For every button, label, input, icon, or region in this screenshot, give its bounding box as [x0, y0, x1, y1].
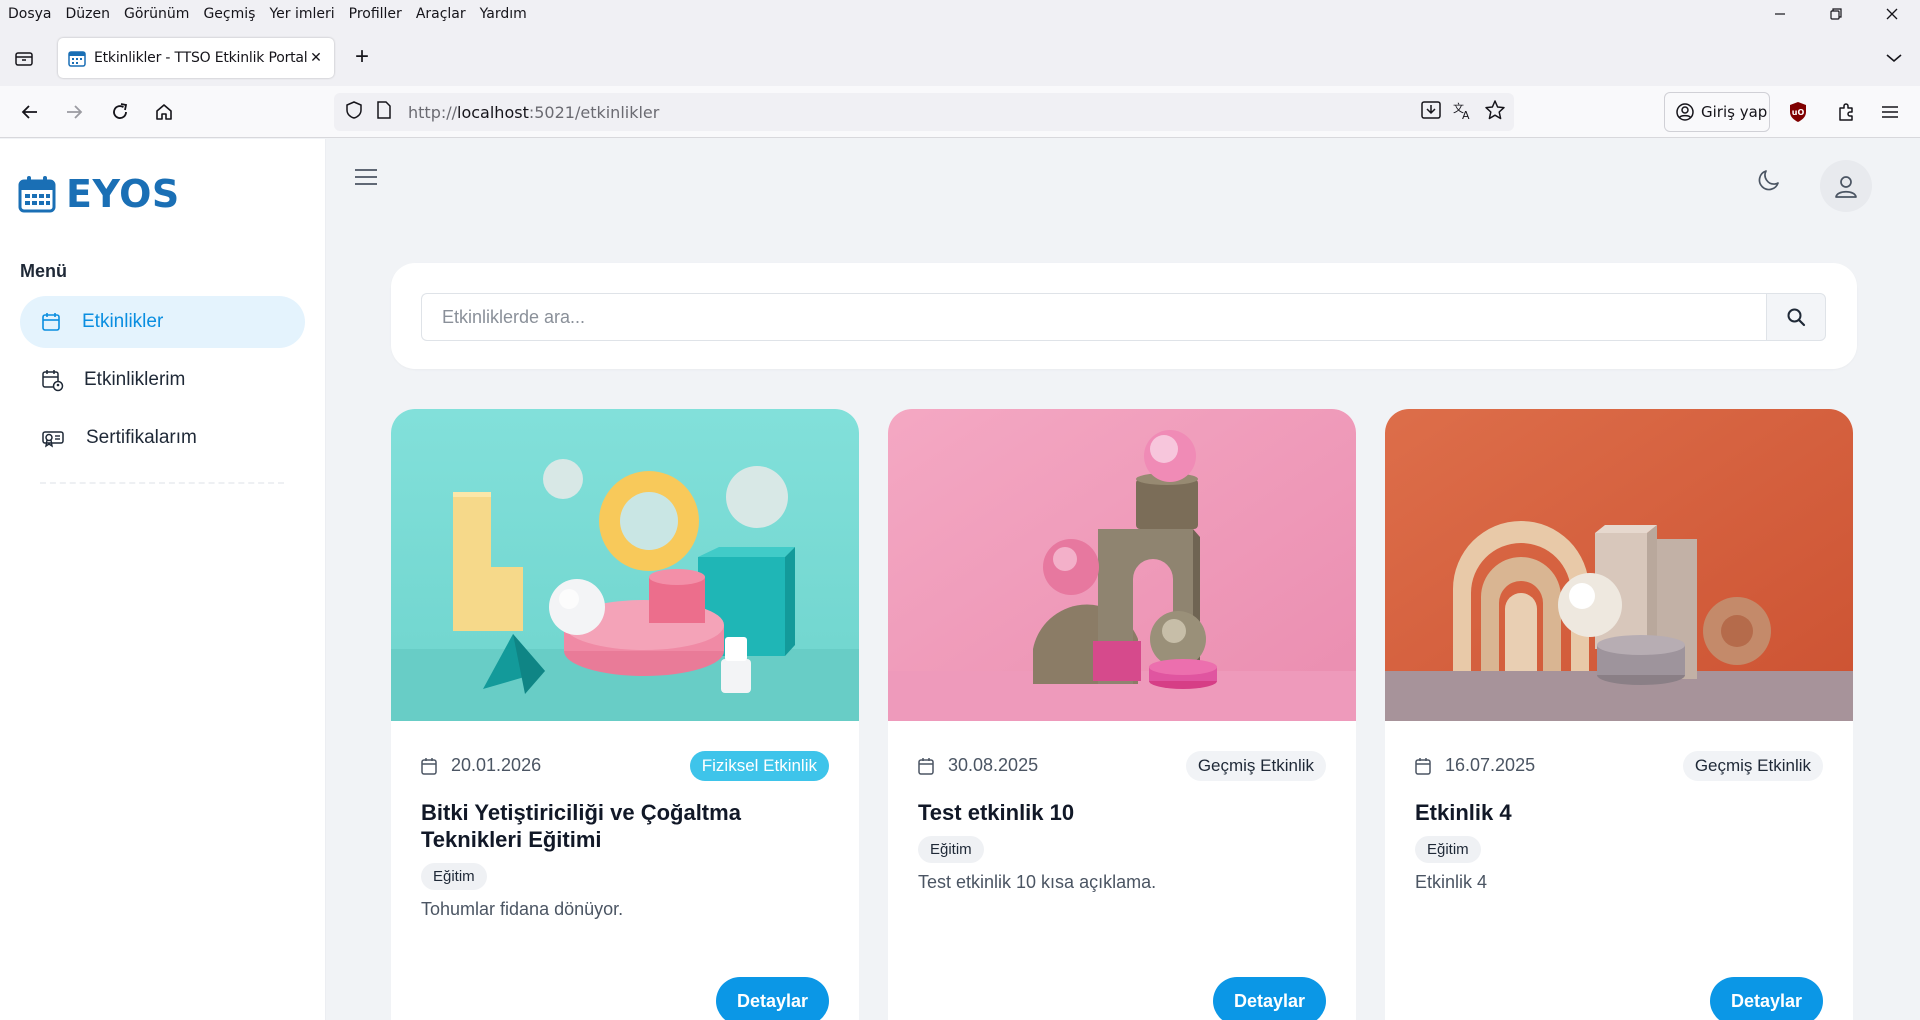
logo-text: EYOS: [66, 172, 180, 216]
browser-navbar: http://localhost:5021/etkinlikler 文A Gir…: [0, 86, 1920, 138]
window-close-icon[interactable]: [1864, 0, 1920, 28]
event-date: 20.01.2026: [421, 755, 541, 776]
svg-text:A: A: [1462, 109, 1470, 120]
shield-icon[interactable]: [344, 100, 364, 124]
download-icon[interactable]: [1420, 100, 1442, 124]
extensions-puzzle-icon[interactable]: [1832, 98, 1860, 126]
category-badge: Eğitim: [1415, 836, 1481, 863]
hamburger-menu-icon[interactable]: [354, 167, 378, 192]
chevron-down-icon[interactable]: [1886, 50, 1902, 68]
calendar-icon: [1415, 757, 1431, 775]
category-badge: Eğitim: [918, 836, 984, 863]
menu-help[interactable]: Yardım: [473, 6, 534, 22]
search-card: [391, 263, 1857, 369]
sidebar-item-etkinliklerim[interactable]: Etkinliklerim: [20, 354, 305, 406]
event-date-text: 16.07.2025: [1445, 755, 1536, 775]
event-date-text: 20.01.2026: [451, 755, 542, 775]
event-image[interactable]: [391, 409, 859, 721]
menu-bookmarks[interactable]: Yer imleri: [262, 6, 341, 22]
menu-profiles[interactable]: Profiller: [342, 6, 409, 22]
calendar-logo-icon: [18, 176, 56, 213]
menu-file[interactable]: Dosya: [0, 6, 59, 22]
search-input[interactable]: [421, 293, 1766, 341]
tab-title: Etkinlikler - TTSO Etkinlik Portalı: [94, 50, 308, 66]
details-button[interactable]: Detaylar: [715, 977, 829, 1020]
event-description: Etkinlik 4: [1415, 872, 1488, 892]
translate-icon[interactable]: 文A: [1452, 100, 1474, 124]
forward-arrow-icon[interactable]: [60, 98, 88, 126]
page-icon: [376, 101, 392, 123]
event-date: 30.08.2025: [918, 755, 1038, 776]
event-title[interactable]: Etkinlik 4: [1415, 799, 1823, 826]
logo[interactable]: EYOS: [18, 172, 180, 216]
menu-history[interactable]: Geçmiş: [196, 6, 262, 22]
event-card: 20.01.2026 Fiziksel Etkinlik Bitki Yetiş…: [391, 409, 859, 1020]
event-image[interactable]: [888, 409, 1356, 721]
event-image[interactable]: [1385, 409, 1853, 721]
event-description: Test etkinlik 10 kısa açıklama.: [918, 872, 1157, 892]
sidebar-item-label: Etkinlikler: [82, 311, 164, 332]
event-card: 16.07.2025 Geçmiş Etkinlik Etkinlik 4 Eğ…: [1385, 409, 1853, 1020]
status-badge: Geçmiş Etkinlik: [1682, 751, 1823, 781]
event-card-grid: 20.01.2026 Fiziksel Etkinlik Bitki Yetiş…: [391, 409, 1859, 1020]
main-content: 20.01.2026 Fiziksel Etkinlik Bitki Yetiş…: [326, 139, 1920, 1020]
search-icon: [1787, 308, 1806, 327]
tab-list-icon[interactable]: [10, 46, 38, 70]
restore-icon[interactable]: [1808, 0, 1864, 28]
home-icon[interactable]: [150, 98, 178, 126]
menu-view[interactable]: Görünüm: [117, 6, 196, 22]
calendar-icon: [421, 757, 437, 775]
menu-edit[interactable]: Düzen: [59, 6, 118, 22]
event-description: Tohumlar fidana dönüyor.: [421, 899, 624, 919]
sidebar: EYOS Menü Etkinlikler Etkinliklerim Sert…: [0, 139, 326, 1020]
details-button[interactable]: Detaylar: [1212, 977, 1326, 1020]
category-badge: Eğitim: [421, 863, 487, 890]
event-date-text: 30.08.2025: [948, 755, 1039, 775]
url-bar[interactable]: http://localhost:5021/etkinlikler 文A: [334, 93, 1514, 131]
browser-menubar: Dosya Düzen Görünüm Geçmiş Yer imleri Pr…: [0, 0, 1920, 28]
search-button[interactable]: [1766, 293, 1826, 341]
url-text: http://localhost:5021/etkinlikler: [408, 102, 660, 122]
app-menu-icon[interactable]: [1876, 98, 1904, 126]
calendar-icon: [42, 313, 60, 331]
calendar-user-icon: [42, 370, 64, 392]
back-arrow-icon[interactable]: [16, 98, 44, 126]
svg-text:uO: uO: [1792, 108, 1805, 117]
menu-tools[interactable]: Araçlar: [409, 6, 473, 22]
event-date: 16.07.2025: [1415, 755, 1535, 776]
status-badge: Fiziksel Etkinlik: [689, 751, 829, 781]
sign-in-button[interactable]: Giriş yap: [1664, 92, 1770, 132]
status-badge: Geçmiş Etkinlik: [1185, 751, 1326, 781]
sidebar-divider: [40, 482, 284, 484]
sidebar-item-etkinlikler[interactable]: Etkinlikler: [20, 296, 305, 348]
tab-favicon-calendar-icon: [68, 51, 86, 67]
sidebar-item-sertifikalarim[interactable]: Sertifikalarım: [20, 412, 305, 464]
certificate-icon: [42, 431, 64, 448]
calendar-icon: [918, 757, 934, 775]
minimize-icon[interactable]: [1752, 0, 1808, 28]
browser-tab[interactable]: Etkinlikler - TTSO Etkinlik Portalı ✕: [58, 38, 334, 78]
event-card: 30.08.2025 Geçmiş Etkinlik Test etkinlik…: [888, 409, 1356, 1020]
details-button[interactable]: Detaylar: [1709, 977, 1823, 1020]
sidebar-item-label: Sertifikalarım: [86, 427, 197, 448]
menu-heading: Menü: [20, 261, 67, 281]
browser-tabbar: Etkinlikler - TTSO Etkinlik Portalı ✕ +: [0, 28, 1920, 86]
event-title[interactable]: Bitki Yetiştiriciliği ve Çoğaltma Teknik…: [421, 799, 829, 853]
bookmark-star-icon[interactable]: [1484, 99, 1506, 125]
user-profile-button[interactable]: [1820, 160, 1872, 212]
ublock-shield-icon[interactable]: uO: [1784, 98, 1812, 126]
sidebar-item-label: Etkinliklerim: [84, 369, 186, 390]
event-title[interactable]: Test etkinlik 10: [918, 799, 1326, 826]
user-icon: [1835, 176, 1857, 198]
new-tab-icon[interactable]: +: [350, 45, 374, 70]
tab-close-icon[interactable]: ✕: [308, 50, 324, 66]
account-icon: [1676, 103, 1694, 121]
reload-icon[interactable]: [106, 98, 134, 126]
moon-icon[interactable]: [1756, 167, 1782, 198]
